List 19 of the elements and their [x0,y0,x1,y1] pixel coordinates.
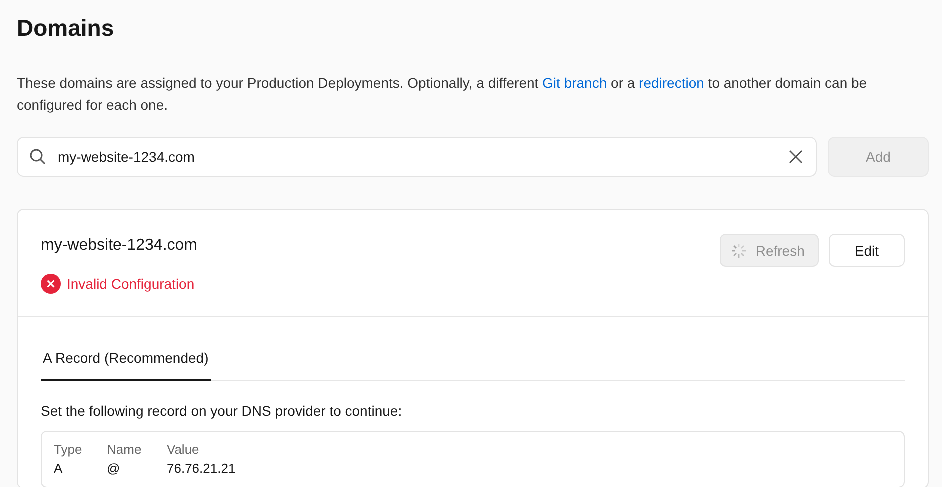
table-cell-text: A [54,461,64,477]
spinner-icon [730,242,748,260]
record-tab[interactable]: A Record (Recommended) [41,337,211,381]
status-label: Invalid Configuration [67,276,195,292]
edit-button[interactable]: Edit [828,234,905,267]
domain-name: my-website-1234.com [41,237,198,255]
instruction-text: Set the following record on your DNS provider to continue: [41,403,404,419]
search-icon [29,148,47,166]
text-link[interactable]: Git branch [542,75,608,91]
clear-icon[interactable] [789,150,803,164]
description-text: These domains are assigned to your Production Deployments. Optionally, a different Git branch or a redirection to another domain can be configured for each one. [17,74,868,115]
text-link[interactable]: redirection [639,75,704,91]
search-field[interactable]: my-website-1234.com [17,137,817,177]
page-title: Domains [17,14,116,42]
column-header: Name [107,442,143,458]
table-cell-text: @ [107,461,122,477]
table-cell-text: 76.76.21.21 [167,461,237,477]
column-header: Value [167,442,200,458]
column-header: Type [54,442,84,458]
